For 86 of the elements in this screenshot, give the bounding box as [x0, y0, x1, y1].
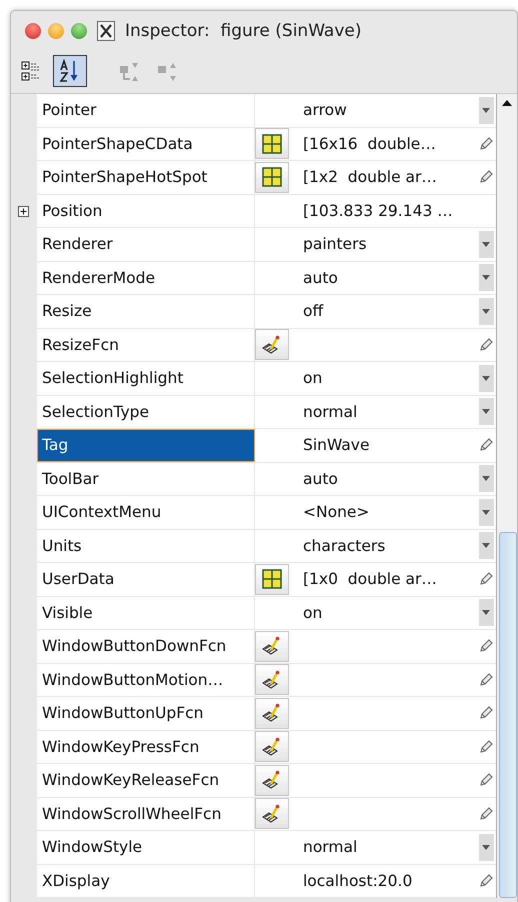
caret-icon: [482, 308, 490, 314]
property-value[interactable]: normal: [303, 838, 358, 856]
dropdown-button[interactable]: [478, 599, 494, 626]
property-value[interactable]: [1x2 double ar…: [303, 168, 437, 186]
pencil-icon[interactable]: [479, 740, 493, 754]
caret-icon: [482, 108, 490, 113]
property-value[interactable]: auto: [303, 470, 338, 488]
property-value[interactable]: [103.833 29.143 …: [303, 202, 453, 220]
callback-editor-button[interactable]: [255, 731, 289, 762]
property-value[interactable]: on: [303, 369, 322, 388]
pencil-icon[interactable]: [479, 706, 493, 720]
dropdown-button[interactable]: [478, 465, 494, 492]
pencil-icon[interactable]: [479, 170, 493, 184]
property-value[interactable]: [16x16 double…: [303, 134, 436, 153]
property-value[interactable]: localhost:20.0: [303, 872, 412, 890]
grid-icon: [262, 569, 282, 590]
array-editor-button[interactable]: [255, 162, 289, 193]
grid-icon: [262, 134, 282, 154]
dropdown-button[interactable]: [478, 364, 494, 392]
array-editor-button[interactable]: [255, 128, 289, 160]
property-name[interactable]: Resize: [37, 295, 255, 328]
callback-editor-button[interactable]: [255, 798, 289, 830]
alphabetical-view-button[interactable]: [53, 55, 87, 87]
callback-editor-button[interactable]: [255, 664, 289, 696]
property-name[interactable]: UIContextMenu: [37, 496, 255, 528]
property-name[interactable]: Position: [37, 194, 255, 227]
property-value[interactable]: [1x0 double ar…: [303, 570, 437, 588]
caret-icon: [482, 510, 490, 515]
vertical-scrollbar[interactable]: [496, 94, 517, 898]
pencil-icon[interactable]: [479, 874, 493, 888]
pencil-icon[interactable]: [479, 806, 493, 821]
caret-icon: [482, 610, 490, 616]
caret-icon: [482, 543, 490, 548]
property-name[interactable]: WindowStyle: [37, 831, 255, 864]
caret-icon: [482, 476, 490, 482]
property-name[interactable]: XDisplay: [37, 864, 255, 897]
property-value[interactable]: <None>: [303, 503, 370, 522]
pencil-icon[interactable]: [479, 672, 493, 687]
close-button[interactable]: [25, 23, 41, 39]
x-window-icon: [97, 21, 115, 41]
dropdown-button[interactable]: [478, 532, 494, 560]
dropdown-button[interactable]: [478, 96, 494, 124]
pencil-icon[interactable]: [479, 773, 493, 788]
dropdown-button[interactable]: [478, 398, 494, 426]
property-name[interactable]: ToolBar: [37, 462, 255, 495]
property-value[interactable]: auto: [303, 268, 338, 287]
property-value[interactable]: normal: [303, 402, 358, 421]
caret-icon: [482, 275, 490, 280]
pencil-icon[interactable]: [479, 438, 493, 452]
property-name[interactable]: RendererMode: [37, 262, 255, 294]
pencil-icon[interactable]: [479, 639, 493, 654]
pencil-icon[interactable]: [479, 338, 493, 352]
property-value[interactable]: off: [303, 302, 324, 320]
caret-icon: [482, 844, 490, 850]
property-name[interactable]: Pointer: [37, 94, 255, 126]
property-name[interactable]: Units: [37, 530, 255, 562]
property-value[interactable]: on: [303, 604, 322, 622]
property-name[interactable]: Tag: [37, 429, 255, 462]
caret-icon: [482, 242, 490, 247]
property-value[interactable]: characters: [303, 536, 386, 555]
property-name[interactable]: Visible: [37, 596, 255, 629]
property-value[interactable]: painters: [303, 235, 367, 254]
property-name[interactable]: SelectionType: [37, 396, 255, 428]
dropdown-button[interactable]: [478, 498, 494, 526]
property-value[interactable]: arrow: [303, 101, 347, 120]
expand-icon[interactable]: [18, 206, 29, 216]
array-editor-button[interactable]: [255, 564, 289, 595]
pencil-icon[interactable]: [479, 572, 493, 586]
callback-editor-button[interactable]: [255, 764, 289, 796]
dropdown-button[interactable]: [478, 834, 494, 861]
window-title: Inspector: figure (SinWave): [125, 21, 362, 41]
property-name[interactable]: Renderer: [37, 228, 255, 260]
dropdown-button[interactable]: [478, 264, 494, 292]
callback-editor-button[interactable]: [255, 630, 289, 662]
callback-editor-button[interactable]: [255, 329, 289, 360]
dropdown-button[interactable]: [478, 298, 494, 325]
caret-icon: [482, 376, 490, 381]
caret-icon: [482, 409, 490, 414]
scroll-up-icon[interactable]: [502, 100, 512, 106]
pencil-icon[interactable]: [479, 136, 493, 151]
callback-editor-button[interactable]: [255, 698, 289, 729]
grid-icon: [262, 167, 282, 188]
dropdown-button[interactable]: [478, 230, 494, 258]
scroll-thumb[interactable]: [499, 532, 517, 898]
property-name[interactable]: SelectionHighlight: [37, 362, 255, 394]
property-value[interactable]: SinWave: [303, 436, 370, 454]
